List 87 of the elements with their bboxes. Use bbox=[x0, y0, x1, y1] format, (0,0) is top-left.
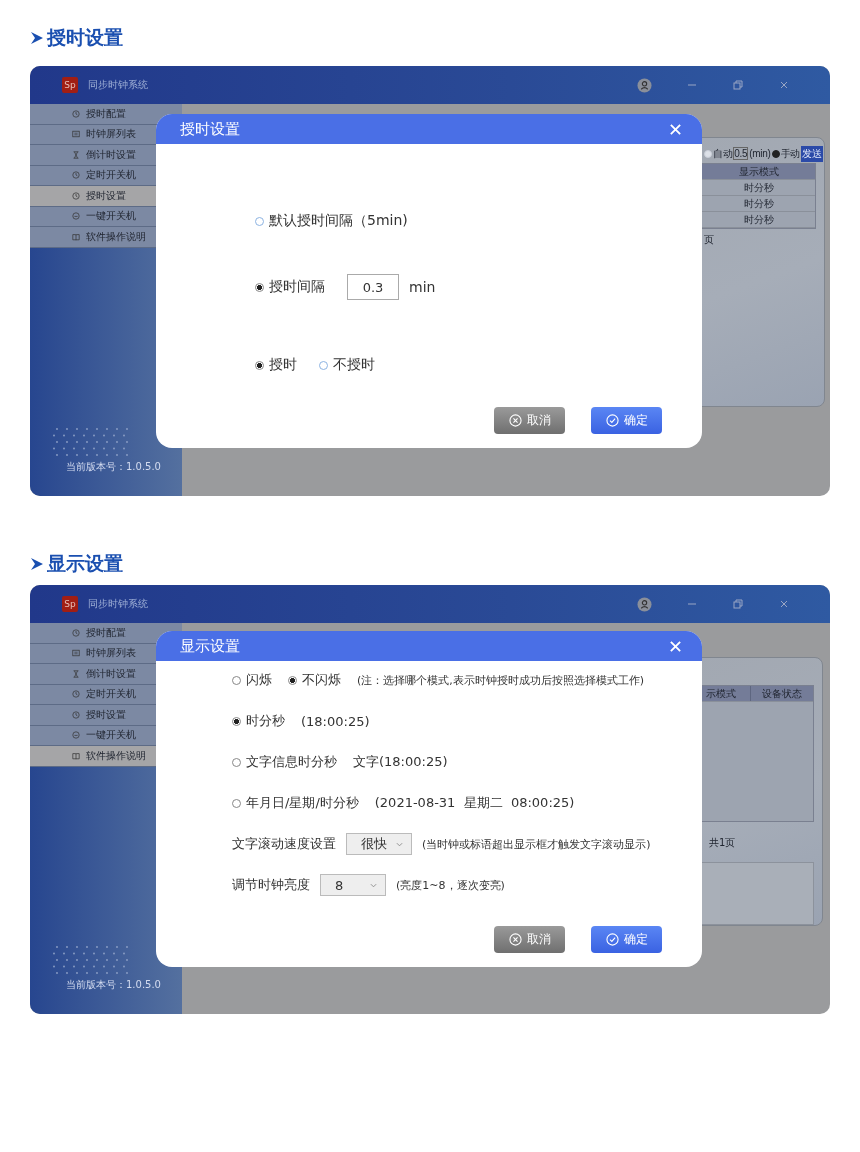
user-icon[interactable] bbox=[637, 77, 652, 93]
clock-icon bbox=[72, 191, 80, 200]
table-cell-text: 时分秒 bbox=[743, 196, 775, 211]
column-header: 设备状态 bbox=[750, 686, 813, 701]
radio-option[interactable]: 授时间隔 bbox=[255, 278, 325, 296]
radio-label: 不闪烁 bbox=[302, 671, 341, 689]
interval-field[interactable]: 0.3 bbox=[347, 274, 399, 300]
check-circle-icon bbox=[605, 414, 619, 427]
timer-icon bbox=[72, 171, 80, 180]
version-text: 当前版本号：1.0.5.0 bbox=[66, 460, 162, 474]
radio-option[interactable]: 时分秒 bbox=[232, 712, 285, 730]
close-icon[interactable] bbox=[669, 122, 682, 136]
radio-button[interactable] bbox=[232, 716, 241, 726]
radio-label: 授时间隔 bbox=[269, 278, 325, 296]
close-icon[interactable] bbox=[669, 639, 682, 653]
table-cell-text: 时分秒 bbox=[743, 212, 775, 227]
radio-label: 不授时 bbox=[333, 356, 375, 374]
radio-label: 时分秒 bbox=[246, 712, 285, 730]
confirm-button[interactable]: 确定 bbox=[591, 926, 662, 953]
list-icon bbox=[72, 130, 80, 139]
book-icon bbox=[72, 751, 80, 760]
dialog-title: 授时设置 bbox=[180, 119, 240, 139]
power-icon bbox=[72, 212, 80, 221]
restore-icon[interactable] bbox=[732, 598, 744, 610]
window-title: 同步时钟系统 bbox=[88, 597, 148, 611]
column-header: 显示模式 bbox=[738, 164, 780, 179]
radio-option[interactable]: 不授时 bbox=[319, 356, 375, 374]
section-heading: 显示设置 bbox=[47, 551, 123, 576]
power-icon bbox=[72, 731, 80, 740]
page-count: 页 bbox=[704, 234, 714, 245]
section-heading: 授时设置 bbox=[47, 25, 123, 50]
radio-option[interactable]: 不闪烁 bbox=[288, 671, 341, 689]
book-icon bbox=[72, 232, 80, 241]
hourglass-icon bbox=[72, 669, 80, 678]
page-count: 共1页 bbox=[709, 837, 736, 849]
clock-icon bbox=[72, 628, 80, 637]
sidebar-item[interactable]: 授时配置 bbox=[30, 623, 182, 644]
user-icon[interactable] bbox=[637, 596, 652, 612]
cancel-button[interactable]: 取消 bbox=[494, 926, 565, 953]
confirm-button[interactable]: 确定 bbox=[591, 407, 662, 434]
radio-label: 授时 bbox=[269, 356, 297, 374]
radio-label: 自动 bbox=[712, 146, 733, 161]
option-text: 文字滚动速度设置 bbox=[232, 835, 336, 853]
list-icon bbox=[72, 649, 80, 658]
restore-icon[interactable] bbox=[732, 79, 744, 91]
caret-icon bbox=[396, 841, 403, 847]
radio-button[interactable] bbox=[771, 149, 780, 158]
version-text: 当前版本号：1.0.5.0 bbox=[66, 978, 162, 992]
interval-field[interactable]: 0.5 bbox=[733, 147, 749, 160]
caret-icon bbox=[370, 882, 377, 888]
radio-label: 闪烁 bbox=[246, 671, 272, 689]
dropdown[interactable]: 很快 bbox=[346, 833, 412, 855]
radio-option[interactable]: 闪烁 bbox=[232, 671, 272, 689]
option-text: (2021-08-31 星期二 08:00:25) bbox=[374, 794, 575, 812]
arrow-icon bbox=[30, 31, 44, 45]
clock-icon bbox=[72, 710, 80, 719]
radio-option[interactable]: 授时 bbox=[255, 356, 297, 374]
radio-button[interactable] bbox=[255, 360, 264, 370]
option-text: 文字(18:00:25) bbox=[353, 753, 448, 771]
option-text: min bbox=[409, 279, 436, 295]
note-text: (当时钟或标语超出显示框才触发文字滚动显示) bbox=[422, 836, 651, 852]
timer-icon bbox=[72, 690, 80, 699]
sidebar-item[interactable]: 授时配置 bbox=[30, 104, 182, 125]
note-text: (注：选择哪个模式,表示时钟授时成功后按照选择模式工作) bbox=[357, 672, 645, 688]
send-button[interactable]: 发送 bbox=[801, 145, 823, 162]
table-cell-text: 时分秒 bbox=[743, 180, 775, 195]
option-text: 调节时钟亮度 bbox=[232, 876, 310, 894]
app-logo: Sp bbox=[62, 77, 78, 93]
close-icon[interactable] bbox=[778, 598, 790, 610]
cancel-button[interactable]: 取消 bbox=[494, 407, 565, 434]
option-text: (18:00:25) bbox=[301, 713, 370, 729]
clock-icon bbox=[72, 109, 80, 118]
app-logo: Sp bbox=[62, 596, 78, 612]
arrow-icon bbox=[30, 557, 44, 571]
circle-x-icon bbox=[508, 414, 522, 427]
unit-label: (min) bbox=[749, 148, 771, 159]
dropdown[interactable]: 8 bbox=[320, 874, 386, 896]
window-title: 同步时钟系统 bbox=[88, 78, 148, 92]
hourglass-icon bbox=[72, 150, 80, 159]
note-text: (亮度1~8，逐次变亮) bbox=[396, 877, 505, 893]
circle-x-icon bbox=[508, 933, 522, 946]
radio-button[interactable] bbox=[288, 675, 297, 685]
check-circle-icon bbox=[605, 933, 619, 946]
radio-button[interactable] bbox=[255, 282, 264, 292]
radio-label: 手动 bbox=[780, 146, 800, 161]
dialog-title: 显示设置 bbox=[180, 636, 240, 656]
close-icon[interactable] bbox=[778, 79, 790, 91]
